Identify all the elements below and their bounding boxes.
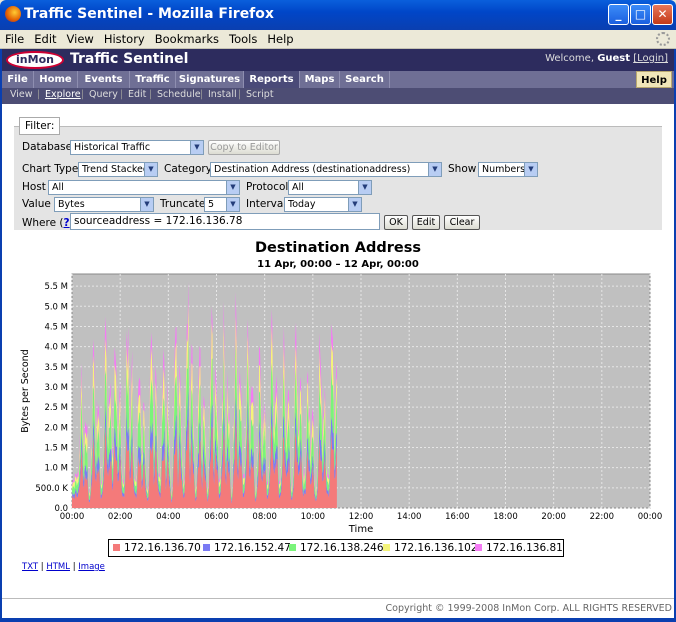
y-tick-label: 5.0 M — [44, 302, 68, 312]
legend-label: 172.16.136.102 — [394, 542, 478, 554]
subtab-separator: | — [149, 89, 153, 100]
tab-traffic[interactable]: Traffic — [130, 71, 176, 88]
legend-swatch — [383, 544, 390, 551]
main-tabs: File Home Events Traffic Signatures Repo… — [2, 71, 674, 88]
menu-tools[interactable]: Tools — [224, 30, 262, 48]
y-tick-label: 1.5 M — [44, 443, 68, 453]
maximize-button[interactable]: □ — [630, 4, 651, 25]
chart-svg: 0.0500.0 K1.0 M1.5 M2.0 M2.5 M3.0 M3.5 M… — [20, 273, 663, 535]
menu-history[interactable]: History — [99, 30, 150, 48]
export-html-link[interactable]: HTML — [46, 562, 70, 572]
y-tick-label: 4.5 M — [44, 322, 68, 332]
x-tick-label: 12:00 — [349, 512, 374, 522]
tab-reports[interactable]: Reports — [244, 71, 300, 88]
legend-swatch — [475, 544, 482, 551]
subtab-separator: | — [238, 89, 242, 100]
legend-item: 172.16.136.81 — [475, 542, 563, 554]
y-tick-label: 2.0 M — [44, 423, 68, 433]
window-title: Traffic Sentinel - Mozilla Firefox — [24, 6, 274, 22]
welcome-prefix: Welcome, — [545, 53, 594, 64]
tab-events[interactable]: Events — [78, 71, 130, 88]
x-tick-label: 14:00 — [397, 512, 422, 522]
x-axis-label: Time — [348, 524, 373, 535]
menu-view[interactable]: View — [62, 30, 99, 48]
subtab-separator: | — [37, 89, 41, 100]
y-axis: 0.0500.0 K1.0 M1.5 M2.0 M2.5 M3.0 M3.5 M… — [35, 282, 68, 514]
x-tick-label: 18:00 — [493, 512, 518, 522]
subtab-schedule[interactable]: Schedule — [157, 89, 201, 100]
legend-label: 172.16.138.246 — [300, 542, 384, 554]
close-button[interactable]: ✕ — [652, 4, 673, 25]
tab-maps[interactable]: Maps — [300, 71, 340, 88]
legend-item: 172.16.152.47 — [203, 542, 291, 554]
tab-home[interactable]: Home — [34, 71, 78, 88]
x-tick-label: 06:00 — [204, 512, 229, 522]
copyright: Copyright © 1999-2008 InMon Corp. ALL RI… — [385, 603, 672, 614]
x-tick-label: 02:00 — [108, 512, 133, 522]
app-header: inMon Traffic Sentinel Welcome, Guest [L… — [2, 49, 674, 71]
y-tick-label: 1.0 M — [44, 464, 68, 474]
y-tick-label: 2.5 M — [44, 403, 68, 413]
y-tick-label: 5.5 M — [44, 282, 68, 292]
x-tick-label: 04:00 — [156, 512, 181, 522]
legend-label: 172.16.152.47 — [214, 542, 291, 554]
x-axis: 00:00 02:00 04:00 06:00 08:00 10:00 12:00 14:00… — [60, 512, 663, 522]
subtab-install[interactable]: Install — [208, 89, 237, 100]
menu-bookmarks[interactable]: Bookmarks — [150, 30, 224, 48]
subtab-separator: | — [120, 89, 124, 100]
legend-swatch — [113, 544, 120, 551]
menu-help[interactable]: Help — [262, 30, 298, 48]
legend-label: 172.16.136.70 — [124, 542, 201, 554]
x-tick-label: 20:00 — [541, 512, 566, 522]
subtab-separator: | — [81, 89, 85, 100]
menu-bar: File Edit View History Bookmarks Tools Help — [0, 30, 676, 49]
sub-tabs: View | Explore | Query | Edit | Schedule… — [2, 88, 674, 104]
legend-item: 172.16.136.70 — [113, 542, 201, 554]
tab-file[interactable]: File — [2, 71, 34, 88]
welcome-text: Welcome, Guest [Login] — [545, 53, 668, 64]
subtab-edit[interactable]: Edit — [128, 89, 146, 100]
inmon-logo: inMon — [6, 51, 64, 69]
y-axis-label: Bytes per Second — [20, 349, 31, 432]
welcome-user: Guest — [597, 53, 631, 64]
menu-file[interactable]: File — [0, 30, 29, 48]
subtab-separator: | — [200, 89, 204, 100]
y-tick-label: 4.0 M — [44, 343, 68, 353]
legend-item: 172.16.138.246 — [289, 542, 384, 554]
x-tick-label: 10:00 — [301, 512, 326, 522]
login-link[interactable]: [Login] — [633, 53, 668, 64]
x-tick-label: 00:00 — [60, 512, 85, 522]
app-name: Traffic Sentinel — [70, 51, 189, 67]
subtab-script[interactable]: Script — [246, 89, 274, 100]
y-tick-label: 3.5 M — [44, 363, 68, 373]
window-border-bottom — [0, 618, 676, 622]
y-tick-label: 3.0 M — [44, 383, 68, 393]
export-image-link[interactable]: Image — [78, 562, 105, 572]
export-txt-link[interactable]: TXT — [22, 562, 38, 572]
content-area: Database Historical Traffic ▼ Copy to Edi… — [2, 104, 674, 618]
firefox-icon — [5, 6, 21, 22]
legend-swatch — [203, 544, 210, 551]
throbber-icon — [656, 32, 670, 46]
tab-search[interactable]: Search — [340, 71, 390, 88]
legend-label: 172.16.136.81 — [486, 542, 563, 554]
tab-signatures[interactable]: Signatures — [176, 71, 244, 88]
export-links: TXT | HTML | Image — [22, 562, 105, 572]
chart-legend: 172.16.136.70 172.16.152.47 172.16.138.2… — [108, 539, 564, 557]
subtab-explore[interactable]: Explore — [45, 89, 81, 100]
x-tick-label: 00:00 — [638, 512, 663, 522]
window-titlebar: Traffic Sentinel - Mozilla Firefox _ □ ✕ — [0, 0, 676, 30]
x-tick-label: 22:00 — [590, 512, 615, 522]
subtab-query[interactable]: Query — [89, 89, 118, 100]
footer: Copyright © 1999-2008 InMon Corp. ALL RI… — [2, 598, 674, 618]
legend-item: 172.16.136.102 — [383, 542, 478, 554]
menu-edit[interactable]: Edit — [29, 30, 61, 48]
y-tick-label: 500.0 K — [35, 484, 68, 494]
legend-swatch — [289, 544, 296, 551]
tab-help[interactable]: Help — [636, 71, 672, 88]
x-tick-label: 08:00 — [252, 512, 277, 522]
subtab-view[interactable]: View — [10, 89, 33, 100]
minimize-button[interactable]: _ — [608, 4, 629, 25]
x-tick-label: 16:00 — [445, 512, 470, 522]
